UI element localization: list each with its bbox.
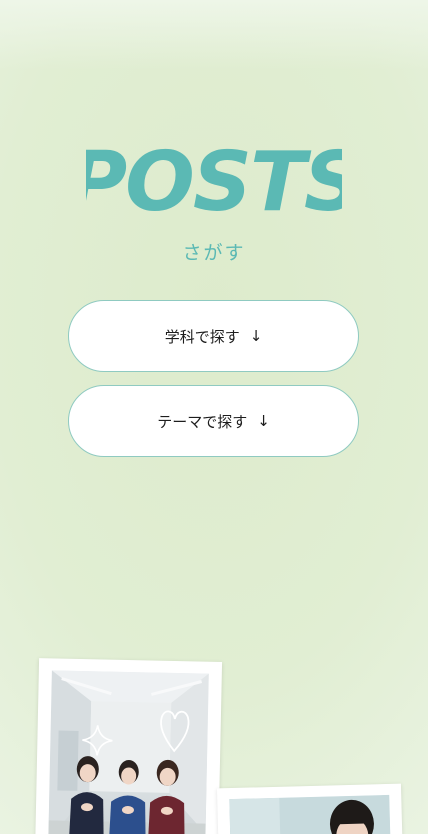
student-photo	[47, 670, 209, 834]
portrait-photo-illustration	[229, 794, 392, 834]
student-photo-polaroid[interactable]	[34, 658, 223, 834]
search-by-department-button[interactable]: 学科で探す ↓	[68, 300, 359, 372]
posts-logo: POSTS	[86, 136, 342, 228]
page: POSTS さがす 学科で探す ↓ テーマで探す ↓	[0, 0, 428, 834]
portrait-photo	[229, 794, 392, 834]
top-fade	[0, 0, 428, 70]
down-arrow-icon: ↓	[249, 326, 263, 345]
search-by-theme-label: テーマで探す	[157, 412, 248, 431]
posts-logo-text: POSTS	[86, 136, 342, 228]
portrait-photo-polaroid[interactable]	[216, 783, 404, 834]
sparkle-icon	[82, 725, 113, 756]
page-subtitle: さがす	[182, 242, 246, 264]
heart-doodle-icon	[160, 710, 190, 753]
search-by-theme-button[interactable]: テーマで探す ↓	[68, 385, 359, 457]
down-arrow-icon: ↓	[257, 411, 270, 430]
search-by-department-label: 学科で探す	[164, 327, 240, 346]
